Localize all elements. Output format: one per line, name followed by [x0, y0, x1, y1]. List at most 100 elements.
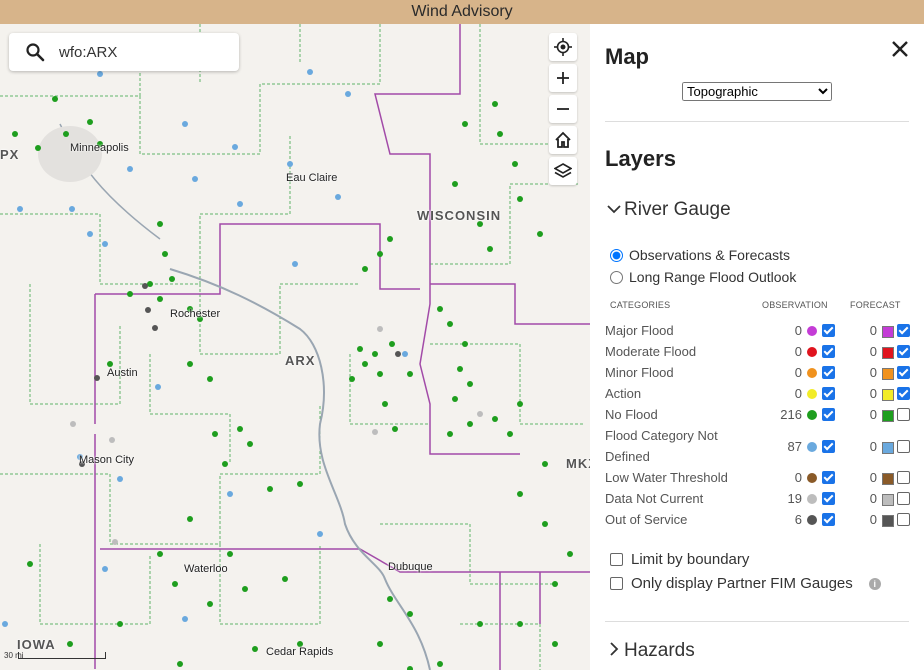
- home-button[interactable]: [549, 126, 577, 154]
- panel-title: Map: [605, 44, 649, 69]
- forecast-swatch: [882, 473, 894, 485]
- info-icon[interactable]: i: [868, 577, 881, 590]
- observation-checkbox[interactable]: [822, 387, 835, 400]
- forecast-column-header: FORECAST: [850, 300, 901, 310]
- observation-count: 0: [794, 470, 802, 485]
- observation-checkbox[interactable]: [822, 366, 835, 379]
- observation-count: 0: [794, 365, 802, 380]
- city-label-austin: Austin: [107, 367, 138, 379]
- city-label-eau-claire: Eau Claire: [286, 172, 338, 184]
- map-background: [0, 24, 590, 670]
- forecast-checkbox[interactable]: [897, 492, 910, 505]
- forecast-checkbox[interactable]: [897, 440, 910, 453]
- wind-advisory-banner[interactable]: Wind Advisory: [0, 0, 924, 24]
- category-label: Data Not Current: [605, 491, 704, 506]
- divider: [605, 121, 909, 122]
- radio-input-observations[interactable]: [610, 248, 623, 262]
- category-label-cont: Defined: [605, 449, 650, 464]
- categories-column-header: CATEGORIES: [610, 300, 671, 310]
- forecast-count: 0: [869, 386, 877, 401]
- category-label: Out of Service: [605, 512, 688, 527]
- category-label: Flood Category Not: [605, 428, 718, 443]
- state-label-wisconsin: WISCONSIN: [417, 208, 502, 223]
- forecast-swatch: [882, 326, 894, 338]
- category-row: No Flood 216 0: [605, 404, 915, 425]
- forecast-swatch: [882, 368, 894, 380]
- forecast-checkbox[interactable]: [897, 345, 910, 358]
- category-row: Action 0 0: [605, 383, 915, 404]
- basemap-select[interactable]: Topographic: [682, 82, 832, 101]
- category-label: Low Water Threshold: [605, 470, 728, 485]
- category-label: Action: [605, 386, 642, 401]
- radio-label-observations: Observations & Forecasts: [629, 247, 791, 263]
- zoom-in-icon: [557, 72, 569, 84]
- observation-checkbox[interactable]: [822, 324, 835, 337]
- hazards-toggle[interactable]: Hazards: [624, 640, 695, 662]
- category-row: Moderate Flood 0 0: [605, 341, 915, 362]
- forecast-swatch: [882, 515, 894, 527]
- zoom-out-button[interactable]: [549, 95, 577, 123]
- map-canvas[interactable]: Minneapolis Eau Claire Rochester Austin …: [0, 24, 590, 670]
- state-label-iowa: IOWA: [17, 637, 56, 652]
- category-label: Major Flood: [605, 323, 674, 338]
- forecast-swatch: [882, 389, 894, 401]
- forecast-count: 0: [869, 470, 877, 485]
- radio-observations-forecasts[interactable]: Observations & Forecasts: [610, 247, 790, 263]
- category-row: Low Water Threshold 0 0: [605, 467, 915, 488]
- chevron-right-icon[interactable]: [607, 642, 621, 656]
- forecast-checkbox[interactable]: [897, 366, 910, 379]
- zoom-in-button[interactable]: [549, 64, 577, 92]
- search-icon[interactable]: [25, 42, 45, 62]
- locate-button[interactable]: [549, 33, 577, 61]
- observation-count: 216: [780, 407, 802, 422]
- observation-swatch: [807, 389, 817, 399]
- forecast-count: 0: [869, 407, 877, 422]
- office-label-px: PX: [0, 147, 20, 162]
- search-box[interactable]: [9, 33, 239, 71]
- partner-fim-box[interactable]: [610, 577, 623, 590]
- layers-heading: Layers: [605, 146, 676, 171]
- partner-fim-checkbox[interactable]: Only display Partner FIM Gauges i: [610, 575, 881, 592]
- category-row: Out of Service 6 0: [605, 509, 915, 530]
- observation-checkbox[interactable]: [822, 408, 835, 421]
- observation-swatch: [807, 473, 817, 483]
- forecast-swatch: [882, 442, 894, 454]
- forecast-count: 0: [869, 512, 877, 527]
- forecast-checkbox[interactable]: [897, 513, 910, 526]
- office-label-mkx: MKX: [566, 456, 590, 471]
- forecast-count: 0: [869, 365, 877, 380]
- observation-count: 0: [794, 344, 802, 359]
- limit-by-boundary-checkbox[interactable]: Limit by boundary: [610, 551, 749, 568]
- forecast-checkbox[interactable]: [897, 324, 910, 337]
- chevron-down-icon[interactable]: [607, 202, 621, 216]
- forecast-checkbox[interactable]: [897, 471, 910, 484]
- forecast-count: 0: [869, 323, 877, 338]
- observation-count: 19: [787, 491, 802, 506]
- river-gauge-toggle[interactable]: River Gauge: [624, 199, 731, 221]
- category-label: Moderate Flood: [605, 344, 697, 359]
- observation-count: 0: [794, 386, 802, 401]
- layers-button[interactable]: [549, 157, 577, 185]
- observation-swatch: [807, 326, 817, 336]
- radio-input-long-range[interactable]: [610, 270, 623, 284]
- observation-checkbox[interactable]: [822, 345, 835, 358]
- radio-long-range-outlook[interactable]: Long Range Flood Outlook: [610, 269, 796, 285]
- observation-checkbox[interactable]: [822, 440, 835, 453]
- forecast-checkbox[interactable]: [897, 387, 910, 400]
- forecast-count: 0: [869, 439, 877, 454]
- observation-checkbox[interactable]: [822, 492, 835, 505]
- forecast-checkbox[interactable]: [897, 408, 910, 421]
- observation-checkbox[interactable]: [822, 471, 835, 484]
- city-label-waterloo: Waterloo: [184, 563, 228, 575]
- observation-swatch: [807, 410, 817, 420]
- limit-by-boundary-box[interactable]: [610, 553, 623, 566]
- city-label-cedar-rapids: Cedar Rapids: [266, 646, 334, 658]
- observation-column-header: OBSERVATION: [762, 300, 828, 310]
- search-input[interactable]: [57, 41, 231, 63]
- zoom-out-icon: [557, 108, 569, 110]
- city-label-mason-city: Mason City: [79, 454, 135, 466]
- observation-count: 0: [794, 323, 802, 338]
- observation-checkbox[interactable]: [822, 513, 835, 526]
- city-label-rochester: Rochester: [170, 308, 221, 320]
- close-icon[interactable]: [889, 38, 911, 60]
